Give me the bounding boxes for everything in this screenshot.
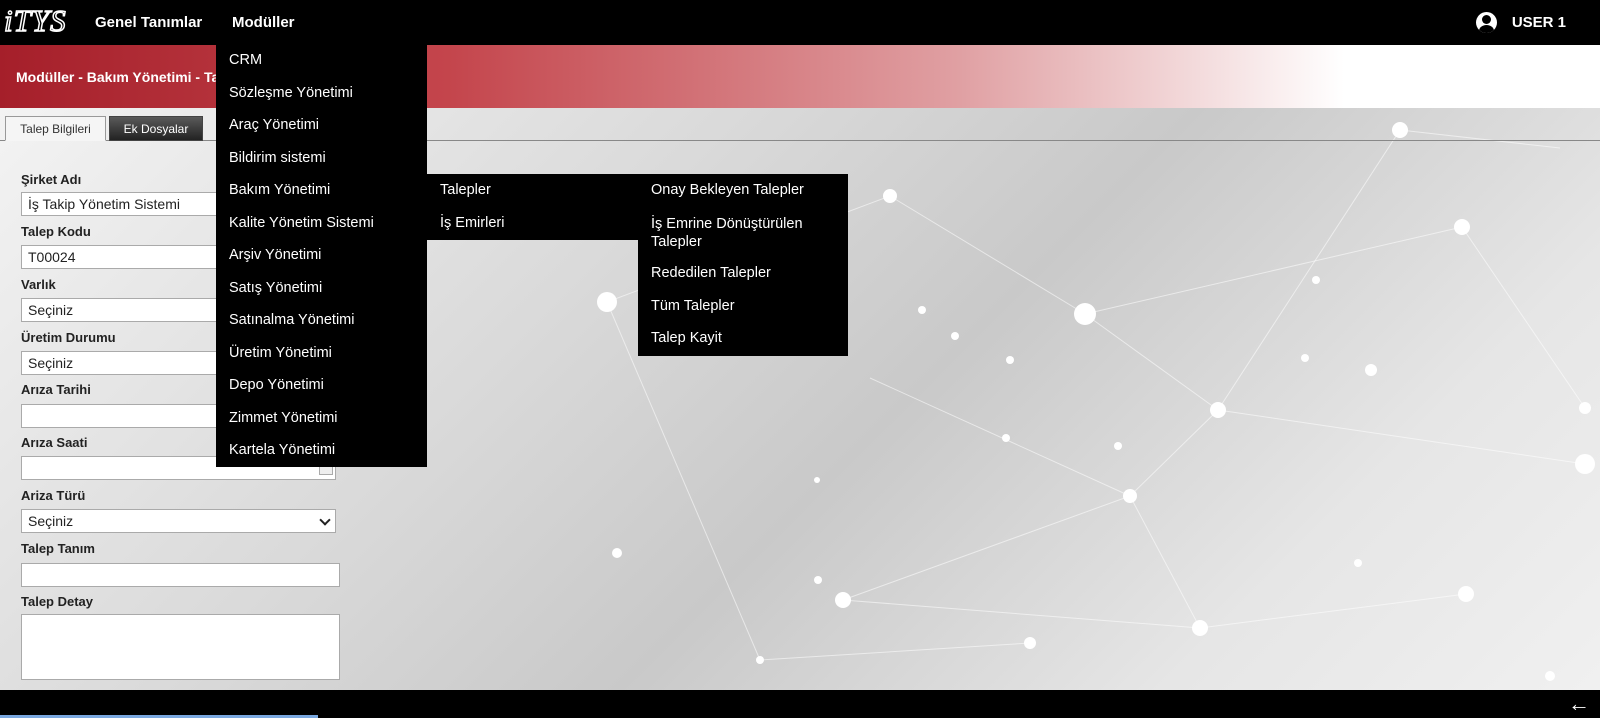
label-talep-kodu: Talep Kodu <box>21 224 91 239</box>
moduller-dropdown: CRM Sözleşme Yönetimi Araç Yönetimi Bild… <box>216 45 427 467</box>
bakim-submenu: Talepler İş Emirleri <box>427 174 638 240</box>
label-talep-detay: Talep Detay <box>21 594 94 609</box>
talep-detay-textarea[interactable] <box>21 614 340 680</box>
label-talep-tanim: Talep Tanım <box>21 541 95 556</box>
talep-tanim-field[interactable] <box>21 563 340 587</box>
label-ariza-tarihi: Arıza Tarihi <box>21 382 91 397</box>
nav-moduller[interactable]: Modüller <box>232 0 295 45</box>
top-navigation-bar: iTYS Genel Tanımlar Modüller USER 1 <box>0 0 1600 45</box>
label-ariza-turu: Ariza Türü <box>21 488 86 503</box>
label-ariza-saati: Arıza Saati <box>21 435 88 450</box>
label-uretim-durumu: Üretim Durumu <box>21 330 116 345</box>
ariza-turu-select[interactable]: Seçiniz <box>21 509 336 533</box>
label-varlik: Varlık <box>21 277 56 292</box>
tab-talep-bilgileri[interactable]: Talep Bilgileri <box>5 116 106 141</box>
bottom-bar: ← <box>0 690 1600 718</box>
user-menu[interactable]: USER 1 <box>1475 0 1566 45</box>
chevron-down-icon <box>319 514 331 526</box>
tab-ek-dosyalar[interactable]: Ek Dosyalar <box>109 116 203 141</box>
itys-logo[interactable]: iTYS <box>3 2 67 40</box>
talepler-submenu: Onay Bekleyen Talepler İş Emrine Dönüştü… <box>638 174 848 356</box>
user-name: USER 1 <box>1511 14 1566 31</box>
user-circle-icon <box>1475 12 1497 33</box>
label-sirket-adi: Şirket Adı <box>21 172 82 187</box>
nav-genel-tanimlar[interactable]: Genel Tanımlar <box>95 0 202 45</box>
arrow-left-icon[interactable]: ← <box>1568 693 1590 715</box>
